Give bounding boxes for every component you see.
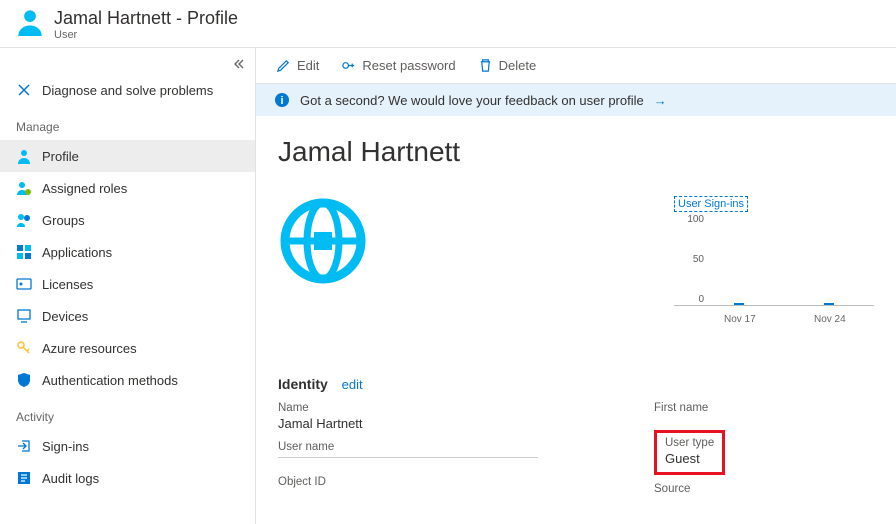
chart-title: User Sign-ins: [674, 196, 748, 212]
user-icon: [16, 8, 44, 36]
apps-icon: [16, 244, 32, 260]
username-value: [278, 457, 538, 458]
usertype-value: Guest: [665, 451, 714, 466]
sidebar-item-azure-resources[interactable]: Azure resources: [0, 332, 255, 364]
sidebar-item-profile[interactable]: Profile: [0, 140, 255, 172]
groups-icon: [16, 212, 32, 228]
audit-icon: [16, 470, 32, 486]
sidebar-item-groups[interactable]: Groups: [0, 204, 255, 236]
identity-edit-link[interactable]: edit: [342, 377, 363, 392]
sidebar-item-label: Authentication methods: [42, 373, 178, 388]
sidebar-item-label: Groups: [42, 213, 85, 228]
feedback-arrow[interactable]: →: [654, 93, 667, 108]
main-pane: Edit Reset password Delete i Got a secon…: [256, 48, 896, 524]
firstname-label: First name: [654, 402, 874, 414]
usertype-highlight: User type Guest: [654, 430, 725, 475]
toolbar: Edit Reset password Delete: [256, 48, 896, 84]
chart-bar: [824, 303, 834, 305]
devices-icon: [16, 308, 32, 324]
sidebar-item-label: Diagnose and solve problems: [42, 83, 213, 98]
sidebar-item-audit-logs[interactable]: Audit logs: [0, 462, 255, 494]
signin-chart[interactable]: User Sign-ins 100 50 0 Nov 17 Nov 24: [674, 196, 874, 306]
objectid-label: Object ID: [278, 476, 554, 488]
globe-icon: [278, 196, 368, 286]
info-icon: i: [274, 92, 290, 108]
sidebar-item-label: Profile: [42, 149, 79, 164]
sidebar-item-authentication[interactable]: Authentication methods: [0, 364, 255, 396]
username-label: User name: [278, 441, 554, 453]
name-value: Jamal Hartnett: [278, 416, 554, 431]
sidebar-item-label: Audit logs: [42, 471, 99, 486]
chart-bar: [734, 303, 744, 305]
profile-avatar: [278, 196, 368, 286]
sidebar-item-signins[interactable]: Sign-ins: [0, 430, 255, 462]
sidebar-item-label: Sign-ins: [42, 439, 89, 454]
sidebar-item-label: Applications: [42, 245, 112, 260]
sidebar-item-label: Licenses: [42, 277, 93, 292]
tools-icon: [16, 82, 32, 98]
sidebar-section-activity: Activity: [0, 396, 255, 430]
license-icon: [16, 276, 32, 292]
sidebar-item-label: Azure resources: [42, 341, 137, 356]
name-label: Name: [278, 402, 554, 414]
sidebar-item-label: Devices: [42, 309, 88, 324]
svg-text:i: i: [280, 95, 283, 107]
shield-icon: [16, 372, 32, 388]
sidebar-item-diagnose[interactable]: Diagnose and solve problems: [0, 74, 255, 106]
delete-button[interactable]: Delete: [478, 58, 537, 73]
source-label: Source: [654, 483, 874, 495]
sidebar-item-label: Assigned roles: [42, 181, 127, 196]
feedback-text: Got a second? We would love your feedbac…: [300, 93, 644, 108]
feedback-bar[interactable]: i Got a second? We would love your feedb…: [256, 84, 896, 116]
sidebar-item-assigned-roles[interactable]: Assigned roles: [0, 172, 255, 204]
sidebar-item-devices[interactable]: Devices: [0, 300, 255, 332]
pencil-icon: [276, 58, 291, 73]
trash-icon: [478, 58, 493, 73]
identity-section: Identity edit: [278, 376, 874, 392]
profile-name: Jamal Hartnett: [278, 136, 874, 168]
key-icon: [341, 58, 356, 73]
user-icon: [16, 148, 32, 164]
sidebar-item-licenses[interactable]: Licenses: [0, 268, 255, 300]
key-icon: [16, 340, 32, 356]
collapse-icon[interactable]: [233, 58, 245, 70]
chart-area: 100 50 0 Nov 17 Nov 24: [674, 216, 874, 306]
page-title: Jamal Hartnett - Profile: [54, 8, 238, 29]
roles-icon: [16, 180, 32, 196]
page-header: Jamal Hartnett - Profile User: [0, 0, 896, 48]
sidebar: Diagnose and solve problems Manage Profi…: [0, 48, 256, 524]
reset-password-button[interactable]: Reset password: [341, 58, 455, 73]
page-subtitle: User: [54, 29, 238, 41]
edit-button[interactable]: Edit: [276, 58, 319, 73]
sidebar-item-applications[interactable]: Applications: [0, 236, 255, 268]
usertype-label: User type: [665, 437, 714, 449]
sidebar-section-manage: Manage: [0, 106, 255, 140]
signin-icon: [16, 438, 32, 454]
